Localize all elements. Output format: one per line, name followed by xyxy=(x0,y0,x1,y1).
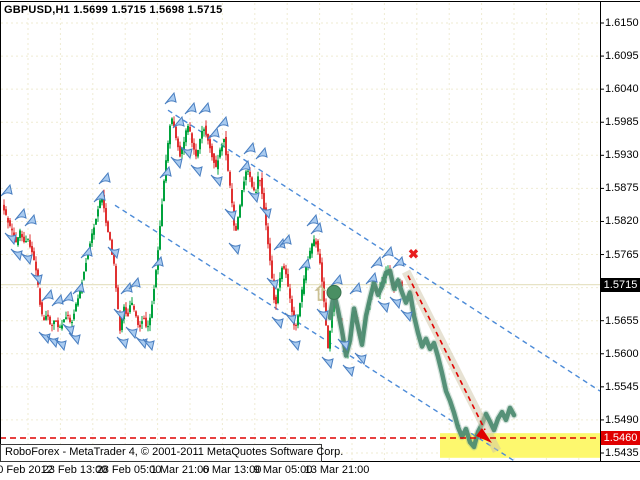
current-price-badge: 1.5715 xyxy=(601,278,640,292)
time-tick-label: 6 Mar 13:00 xyxy=(203,464,262,476)
forecast-band xyxy=(406,272,497,451)
fractal-up-icon xyxy=(1,185,12,196)
fractal-down-icon xyxy=(272,317,283,328)
fractal-up-icon xyxy=(244,143,255,154)
fractal-up-icon xyxy=(371,257,382,268)
fractal-up-icon xyxy=(99,173,110,184)
price-axis-separator xyxy=(600,1,601,461)
fractal-down-icon xyxy=(378,301,389,312)
hollow-up-arrow-icon: ⇧ xyxy=(312,284,329,306)
price-tick-label: 1.5820 xyxy=(605,215,639,227)
price-tick-label: 1.5545 xyxy=(605,381,639,393)
fractal-down-icon xyxy=(69,333,80,344)
mt4-chart-window: ⇧✖ GBPUSD,H1 1.5699 1.5715 1.5698 1.5715… xyxy=(0,0,640,480)
fractal-up-icon xyxy=(52,295,63,306)
fractal-down-icon xyxy=(211,175,222,186)
fractal-up-icon xyxy=(62,292,73,303)
fractal-up-icon xyxy=(208,128,219,139)
fractal-up-icon xyxy=(25,215,36,226)
fractal-down-icon xyxy=(322,357,333,368)
price-tick-label: 1.5490 xyxy=(605,414,639,426)
fractal-up-icon xyxy=(81,247,92,258)
fractal-down-icon xyxy=(390,297,401,308)
entry-dot-marker[interactable] xyxy=(327,285,341,299)
fractal-down-icon xyxy=(343,365,354,376)
fractal-up-icon xyxy=(393,257,404,268)
fractal-down-icon xyxy=(289,339,300,350)
fractal-up-icon xyxy=(256,148,267,159)
fractal-up-icon xyxy=(199,103,210,114)
top-border xyxy=(0,1,640,2)
grid xyxy=(1,3,600,461)
fractal-up-icon xyxy=(274,239,285,250)
price-tick-label: 1.5600 xyxy=(605,348,639,360)
fractal-up-icon xyxy=(165,93,176,104)
invalidation-x-icon[interactable]: ✖ xyxy=(408,246,419,261)
time-tick-label: 9 Mar 05:00 xyxy=(254,464,313,476)
fractal-down-icon xyxy=(229,243,240,254)
left-border xyxy=(0,1,1,461)
fractal-down-icon xyxy=(126,327,137,338)
fractal-down-icon xyxy=(171,157,182,168)
price-tick-label: 1.5655 xyxy=(605,315,639,327)
fractal-down-icon xyxy=(248,191,259,202)
fractal-up-icon xyxy=(129,278,140,289)
fractal-up-icon xyxy=(382,247,393,258)
fractal-up-icon xyxy=(42,290,53,301)
copyright-notice: RoboForex - MetaTrader 4, © 2001-2011 Me… xyxy=(0,444,322,462)
price-tick-label: 1.6150 xyxy=(605,17,639,29)
target-price-badge: 1.5460 xyxy=(601,431,640,445)
price-tick-label: 1.6040 xyxy=(605,83,639,95)
price-tick-label: 1.5930 xyxy=(605,149,639,161)
time-tick-label: 1 Mar 21:00 xyxy=(151,464,210,476)
fractal-up-icon xyxy=(311,223,322,234)
price-tick-label: 1.5765 xyxy=(605,249,639,261)
fractal-up-icon xyxy=(15,209,26,220)
chart-title-ohlc: GBPUSD,H1 1.5699 1.5715 1.5698 1.5715 xyxy=(4,4,222,16)
fractal-up-icon xyxy=(307,215,318,226)
price-tick-label: 1.5875 xyxy=(605,182,639,194)
price-tick-label: 1.5985 xyxy=(605,116,639,128)
price-tick-label: 1.5435 xyxy=(605,447,639,459)
fractal-down-icon xyxy=(191,165,202,176)
price-tick-label: 1.6095 xyxy=(605,50,639,62)
chart-canvas[interactable]: ⇧✖ xyxy=(0,0,640,480)
time-tick-label: 13 Mar 21:00 xyxy=(305,464,370,476)
fractal-down-icon xyxy=(117,337,128,348)
